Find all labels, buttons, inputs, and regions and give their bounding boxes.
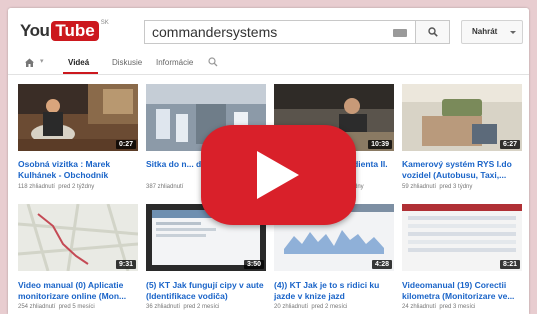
video-meta: 36 zhliadnutí pred 2 mesíci bbox=[146, 304, 219, 310]
video-title[interactable]: Kamerový systém RYS I.do vozidel (Autobu… bbox=[402, 159, 526, 181]
video-meta: 118 zhliadnutí pred 2 týždny bbox=[18, 184, 94, 190]
video-views: 20 zhliadnutí bbox=[274, 304, 309, 310]
logo-region: SK bbox=[100, 20, 109, 26]
video-age: pred 5 mesíci bbox=[58, 304, 95, 310]
video-age: pred 2 mesíci bbox=[183, 304, 220, 310]
video-duration: 9:31 bbox=[115, 260, 136, 269]
video-title[interactable]: (4)) KT Jak je to s ridici ku jazde v kn… bbox=[274, 280, 398, 302]
search-button[interactable] bbox=[416, 20, 450, 44]
search-input-value: commandersystems bbox=[152, 24, 278, 40]
video-title[interactable]: Osobná vizitka : Marek Kulhánek - Obchod… bbox=[18, 159, 142, 181]
play-icon bbox=[257, 151, 299, 199]
video-views: 254 zhliadnutí bbox=[18, 304, 56, 310]
tab-videa[interactable]: Videá bbox=[68, 58, 89, 67]
video-meta: 387 zhliadnutí bbox=[146, 184, 187, 190]
video-duration: 6:27 bbox=[499, 140, 520, 149]
video-views: 387 zhliadnutí bbox=[146, 184, 184, 190]
search-icon bbox=[427, 27, 438, 37]
video-duration: 0:27 bbox=[115, 140, 136, 149]
video-duration: 8:21 bbox=[499, 260, 520, 269]
video-age: pred 2 mesíci bbox=[311, 304, 348, 310]
video-meta: 59 zhliadnutí pred 3 týdny bbox=[402, 184, 472, 190]
video-title[interactable]: Videomanual (19) Corectii kilometra (Mon… bbox=[402, 280, 526, 302]
upload-button[interactable]: Nahrát bbox=[461, 20, 523, 44]
tab-diskusie[interactable]: Diskusie bbox=[112, 58, 142, 67]
video-thumbnail[interactable]: 8:21 bbox=[402, 204, 522, 271]
video-age: pred 3 týdny bbox=[439, 184, 473, 190]
search-icon[interactable] bbox=[208, 57, 218, 67]
video-age: pred 2 týždny bbox=[58, 184, 95, 190]
video-duration: 10:39 bbox=[368, 140, 392, 149]
youtube-window: You Tube SK commandersystems Nahrát ▾ Vi… bbox=[8, 8, 529, 314]
youtube-logo[interactable]: You Tube SK bbox=[20, 20, 109, 42]
video-age: pred 3 mesíci bbox=[439, 304, 476, 310]
video-views: 36 zhliadnutí bbox=[146, 304, 181, 310]
search-input[interactable]: commandersystems bbox=[144, 20, 416, 44]
video-thumbnail[interactable]: 9:31 bbox=[18, 204, 138, 271]
logo-tube: Tube bbox=[51, 21, 99, 41]
chevron-down-icon bbox=[510, 31, 516, 34]
chevron-down-icon[interactable]: ▾ bbox=[40, 57, 44, 65]
video-title[interactable]: Video manual (0) Aplicatie monitorizare … bbox=[18, 280, 142, 302]
active-tab-indicator bbox=[63, 72, 98, 74]
home-icon[interactable] bbox=[24, 57, 35, 68]
header: You Tube SK commandersystems Nahrát bbox=[8, 8, 529, 48]
logo-you: You bbox=[20, 21, 50, 40]
video-meta: 20 zhliadnutí pred 2 mesíci bbox=[274, 304, 347, 310]
video-meta: 254 zhliadnutí pred 5 mesíci bbox=[18, 304, 95, 310]
video-duration: 3:50 bbox=[243, 260, 264, 269]
video-views: 59 zhliadnutí bbox=[402, 184, 437, 190]
tab-informacie[interactable]: Informácie bbox=[156, 58, 193, 67]
video-duration: 4:28 bbox=[371, 260, 392, 269]
keyboard-icon[interactable] bbox=[393, 29, 407, 37]
video-views: 118 zhliadnutí bbox=[18, 184, 55, 190]
channel-tabs: ▾ Videá Diskusie Informácie bbox=[8, 52, 529, 75]
video-thumbnail[interactable]: 6:27 bbox=[402, 84, 522, 151]
video-meta: 24 zhliadnutí pred 3 mesíci bbox=[402, 304, 475, 310]
video-views: 24 zhliadnutí bbox=[402, 304, 437, 310]
upload-label: Nahrát bbox=[472, 27, 498, 36]
video-thumbnail[interactable]: 0:27 bbox=[18, 84, 138, 151]
video-title[interactable]: (5) KT Jak fungují cipy v aute (Identifi… bbox=[146, 280, 270, 302]
play-button[interactable] bbox=[201, 125, 356, 225]
